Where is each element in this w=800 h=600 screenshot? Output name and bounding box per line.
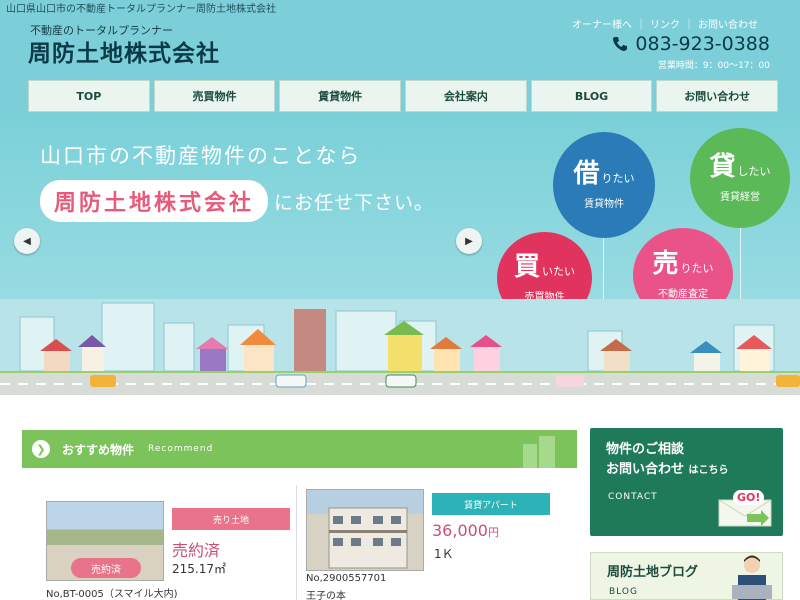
contact-line2: お問い合わせ (606, 462, 685, 477)
lease-balloon[interactable]: 貸したい 賃貸経営 (690, 128, 790, 228)
property-card[interactable]: No,2900557701 王子の本 賃貸アパート 36,000円 1Ｋ (302, 485, 577, 600)
site-tagline: 山口県山口市の不動産トータルプランナー周防土地株式会社 (6, 4, 276, 15)
person-illustration (732, 555, 772, 600)
price-unit: 円 (487, 526, 499, 539)
recommend-title: おすすめ物件 (62, 442, 135, 457)
sold-badge: 売約済 (71, 558, 141, 578)
phone-number-block: 083-923-0388 (611, 33, 770, 55)
nav-sale-properties[interactable]: 売買物件 (153, 80, 276, 112)
arrow-left-icon: ◀ (23, 235, 31, 247)
balloon-label: 賃貸経営 (720, 191, 760, 203)
property-card[interactable]: 売約済 売り土地 売約済 215.17㎡ No,BT-0005（スマイル大内) (22, 485, 292, 600)
link-separator: ｜ (636, 20, 646, 31)
go-label: GO! (733, 490, 765, 505)
card-divider (296, 485, 297, 600)
blog-banner[interactable]: 周防土地ブログ BLOG (590, 552, 783, 600)
recommend-section-header: ❯ おすすめ物件 Recommend (22, 430, 577, 468)
property-price: 36,000 (432, 521, 488, 540)
go-envelope-icon: GO! (717, 490, 773, 528)
property-name[interactable]: No,BT-0005（スマイル大内) (46, 585, 178, 600)
nav-top[interactable]: TOP (28, 80, 150, 112)
apartment-photo (328, 507, 408, 569)
property-type-tag: 賃貸アパート (432, 493, 550, 515)
owner-link[interactable]: オーナー様へ (572, 16, 632, 31)
blog-en: BLOG (609, 587, 638, 597)
balloon-big-char: 貸 (709, 151, 736, 182)
blog-title: 周防土地ブログ (607, 565, 699, 580)
business-hours: 営業時間：9：00〜17：00 (657, 61, 770, 71)
rent-balloon[interactable]: 借りたい 賃貸物件 (553, 132, 655, 238)
property-id: No,2900557701 (306, 573, 387, 584)
slider-prev-button[interactable]: ◀ (14, 228, 40, 254)
main-nav: TOP 売買物件 賃貸物件 会社案内 BLOG お問い合わせ (28, 80, 779, 112)
contact-line1: 物件のご相談 (606, 442, 685, 457)
nav-company[interactable]: 会社案内 (405, 80, 527, 112)
property-price: 売約済 (172, 541, 221, 560)
contact-line2-block: お問い合わせ はこちら (606, 458, 729, 477)
city-illustration (0, 299, 800, 395)
hero-tail-text: にお任せ下さい。 (274, 191, 435, 214)
top-links: オーナー様へ ｜ リンク ｜ お問い合わせ (572, 16, 758, 31)
hero-company-name: 周防土地株式会社 (40, 180, 269, 222)
hero-subheadline: 周防土地株式会社 にお任せ下さい。 (40, 180, 434, 222)
balloon-small-text: したい (737, 164, 771, 178)
property-type-tag: 売り土地 (172, 508, 290, 530)
site-logo[interactable]: 周防土地株式会社 (28, 34, 220, 68)
phone-number[interactable]: 083-923-0388 (635, 33, 770, 55)
slider-next-button[interactable]: ▶ (456, 228, 482, 254)
contact-banner[interactable]: 物件のご相談 お問い合わせ はこちら CONTACT GO! (590, 428, 783, 536)
building-icon (523, 436, 555, 468)
property-photo[interactable] (306, 489, 424, 571)
link-separator: ｜ (684, 20, 694, 31)
contact-en: CONTACT (608, 492, 658, 502)
property-price-block: 36,000円 (432, 521, 499, 540)
hero-headline: 山口市の不動産物件のことなら (40, 144, 362, 168)
balloon-label: 賃貸物件 (584, 198, 624, 210)
links-link[interactable]: リンク (650, 16, 680, 31)
balloon-big-char: 借 (573, 158, 600, 189)
hero-slider: 山口市の不動産物件のことなら 周防土地株式会社 にお任せ下さい。 ◀ ▶ 借りた… (0, 118, 800, 395)
phone-icon (613, 37, 628, 51)
contact-link[interactable]: お問い合わせ (698, 16, 758, 31)
balloon-small-text: りたい (601, 171, 635, 185)
nav-blog[interactable]: BLOG (530, 80, 653, 112)
recommend-title-en: Recommend (148, 444, 214, 454)
contact-line2-small: はこちら (688, 465, 729, 476)
property-layout: 1Ｋ (434, 547, 454, 561)
arrow-right-icon: ▶ (465, 235, 473, 247)
nav-rental-properties[interactable]: 賃貸物件 (279, 80, 402, 112)
nav-contact[interactable]: お問い合わせ (656, 80, 779, 112)
property-photo[interactable]: 売約済 (46, 501, 164, 581)
chevron-right-icon: ❯ (32, 440, 50, 458)
property-name[interactable]: 王子の本 (306, 587, 346, 600)
property-area: 215.17㎡ (172, 562, 226, 576)
